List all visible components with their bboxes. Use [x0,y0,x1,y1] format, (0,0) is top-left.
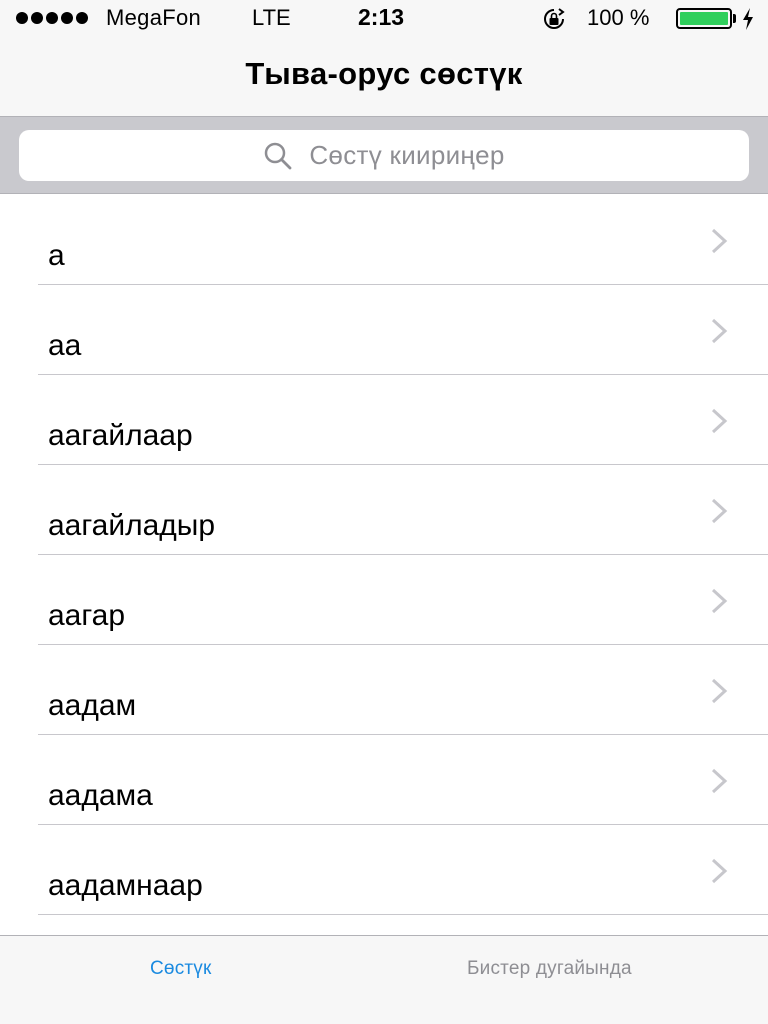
page-title: Тыва-орус сөстүк [245,56,523,91]
battery-percentage: 100 % [587,5,650,30]
list-item[interactable]: аагар [0,555,768,645]
word-list: а аа аагайлаар аагайладыр аагар аадам аа… [0,195,768,935]
status-time: 2:13 [358,4,405,30]
list-item-label: аагар [48,599,126,632]
status-bar: MegaFon LTE 2:13 100 % [0,0,768,36]
search-placeholder: Сөстү киириңер [309,140,505,170]
chevron-right-icon [711,858,728,884]
list-item[interactable]: аа [0,285,768,375]
list-item-label: аагайладыр [48,509,216,542]
list-item-label: аадама [48,779,153,812]
chevron-right-icon [711,678,728,704]
chevron-right-icon [711,768,728,794]
chevron-right-icon [711,408,728,434]
carrier-name: MegaFon [106,5,202,30]
charging-bolt-icon [743,8,753,30]
list-item-label: аадамнаар [48,869,203,902]
tab-dictionary[interactable]: Сөстүк [150,958,212,980]
list-item-label: аа [48,329,82,362]
tab-bar: Сөстүк Бистер дугайында [0,935,768,1024]
list-item-label: а [48,239,65,272]
chevron-right-icon [711,228,728,254]
chevron-right-icon [711,318,728,344]
rotation-lock-icon [544,8,565,29]
list-item[interactable]: аадама [0,735,768,825]
chevron-right-icon [711,498,728,524]
search-bar: Сөстү киириңер [0,116,768,194]
list-item[interactable]: а [0,195,768,285]
signal-strength-icon [16,12,88,24]
row-divider [38,914,768,915]
tab-about-us[interactable]: Бистер дугайында [467,958,632,980]
battery-icon [676,8,732,29]
list-item[interactable]: аадамнаар [0,825,768,915]
list-item[interactable]: аагайлаар [0,375,768,465]
list-item[interactable]: аадам [0,645,768,735]
list-item[interactable]: аагайладыр [0,465,768,555]
battery-fill [680,12,728,25]
list-item-label: аагайлаар [48,419,193,452]
list-item-label: аадам [48,689,137,722]
battery-tip [733,14,736,23]
search-icon [265,142,292,169]
network-type: LTE [252,5,291,30]
chevron-right-icon [711,588,728,614]
navigation-bar: Тыва-орус сөстүк [0,36,768,116]
search-input[interactable]: Сөстү киириңер [19,130,749,181]
